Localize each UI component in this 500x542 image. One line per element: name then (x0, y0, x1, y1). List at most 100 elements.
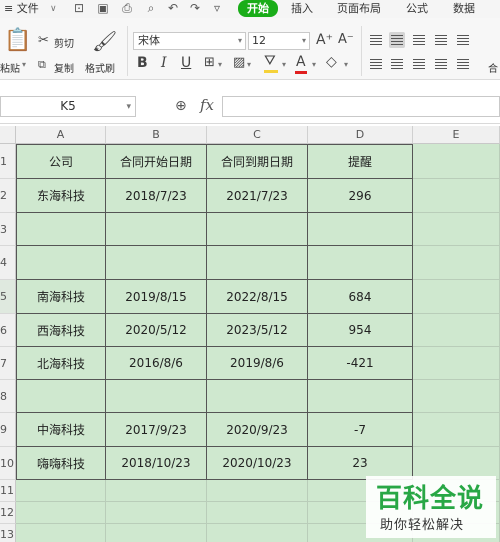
cell-b11[interactable] (106, 480, 207, 502)
insert-function-icon[interactable]: fx (200, 96, 214, 114)
column-header-e[interactable]: E (413, 126, 500, 144)
cell-b7[interactable]: 2016/8/6 (106, 347, 207, 380)
formula-input[interactable] (222, 96, 500, 117)
underline-button[interactable]: U (181, 56, 191, 70)
font-name-select[interactable]: 宋体 ▾ (133, 32, 246, 50)
cell-b9[interactable]: 2017/9/23 (106, 413, 207, 447)
italic-button[interactable]: I (161, 56, 167, 70)
cell-a13[interactable] (16, 524, 106, 542)
cell-d6[interactable]: 954 (308, 314, 413, 347)
increase-indent-button[interactable] (455, 32, 471, 48)
cell-b1[interactable]: 合同开始日期 (106, 144, 207, 179)
cell-b10[interactable]: 2018/10/23 (106, 447, 207, 480)
cell-b4[interactable] (106, 246, 207, 280)
row-header-11[interactable]: 11 (0, 480, 16, 502)
row-header-12[interactable]: 12 (0, 502, 16, 524)
distributed-align-button[interactable] (455, 56, 471, 72)
cell-b2[interactable]: 2018/7/23 (106, 179, 207, 213)
cell-c1[interactable]: 合同到期日期 (207, 144, 308, 179)
align-left-button[interactable] (368, 56, 384, 72)
cell-d1[interactable]: 提醒 (308, 144, 413, 179)
row-header-7[interactable]: 7 (0, 347, 16, 380)
cell-a9[interactable]: 中海科技 (16, 413, 106, 447)
cut-button[interactable]: 剪切 (54, 35, 74, 50)
align-center-button[interactable] (389, 56, 405, 72)
align-bottom-button[interactable] (411, 32, 427, 48)
shrink-font-button[interactable]: A⁻ (338, 33, 354, 47)
row-header-6[interactable]: 6 (0, 314, 16, 347)
clear-format-icon[interactable]: ◇ (326, 55, 337, 69)
cell-e6[interactable] (413, 314, 500, 347)
cell-d9[interactable]: -7 (308, 413, 413, 447)
chevron-down-icon[interactable]: ▾ (282, 58, 286, 72)
row-header-5[interactable]: 5 (0, 280, 16, 314)
cell-c12[interactable] (207, 502, 308, 524)
cell-c13[interactable] (207, 524, 308, 542)
copy-button[interactable]: 复制 (54, 60, 74, 75)
paste-chevron-icon[interactable]: ▾ (22, 60, 26, 69)
row-header-2[interactable]: 2 (0, 179, 16, 213)
copy-icon[interactable]: ⧉ (38, 58, 46, 72)
cell-b5[interactable]: 2019/8/15 (106, 280, 207, 314)
font-color-button[interactable]: A (296, 55, 306, 69)
cell-a5[interactable]: 南海科技 (16, 280, 106, 314)
cell-c8[interactable] (207, 380, 308, 413)
tab-data[interactable]: 数据 (453, 1, 475, 17)
row-header-13[interactable]: 13 (0, 524, 16, 542)
cell-e3[interactable] (413, 213, 500, 246)
chevron-down-icon[interactable]: ▾ (312, 58, 316, 72)
scissors-icon[interactable]: ✂ (38, 34, 49, 48)
align-top-button[interactable] (368, 32, 384, 48)
name-box[interactable]: K5 ▾ (0, 96, 136, 117)
cell-e4[interactable] (413, 246, 500, 280)
cell-c7[interactable]: 2019/8/6 (207, 347, 308, 380)
cell-a7[interactable]: 北海科技 (16, 347, 106, 380)
cell-a2[interactable]: 东海科技 (16, 179, 106, 213)
print-preview-icon[interactable]: ⌕ (144, 1, 158, 15)
paste-icon[interactable]: 📋 (4, 30, 31, 52)
chevron-down-icon[interactable]: ▾ (218, 58, 222, 72)
cell-c5[interactable]: 2022/8/15 (207, 280, 308, 314)
tab-page-layout[interactable]: 页面布局 (337, 1, 381, 17)
export-icon[interactable]: ▣ (96, 1, 110, 15)
customize-dropdown-icon[interactable]: ▿ (210, 1, 224, 15)
fill-style-icon[interactable]: ▨ (233, 56, 245, 70)
justify-button[interactable] (433, 56, 449, 72)
column-header-d[interactable]: D (308, 126, 413, 144)
chevron-down-icon[interactable]: ▾ (344, 58, 348, 72)
cell-e8[interactable] (413, 380, 500, 413)
cell-d7[interactable]: -421 (308, 347, 413, 380)
undo-icon[interactable]: ↶ (166, 1, 180, 15)
cell-b3[interactable] (106, 213, 207, 246)
column-header-a[interactable]: A (16, 126, 106, 144)
row-header-9[interactable]: 9 (0, 413, 16, 447)
print-icon[interactable]: ⎙ (120, 1, 134, 15)
cell-d3[interactable] (308, 213, 413, 246)
align-right-button[interactable] (411, 56, 427, 72)
row-header-3[interactable]: 3 (0, 213, 16, 246)
cell-c3[interactable] (207, 213, 308, 246)
tab-home[interactable]: 开始 (238, 0, 278, 17)
cell-a1[interactable]: 公司 (16, 144, 106, 179)
select-all-corner[interactable] (0, 126, 16, 144)
grow-font-button[interactable]: A⁺ (316, 33, 333, 47)
column-header-b[interactable]: B (106, 126, 207, 144)
cell-a3[interactable] (16, 213, 106, 246)
cell-c2[interactable]: 2021/7/23 (207, 179, 308, 213)
decrease-indent-button[interactable] (433, 32, 449, 48)
cell-c6[interactable]: 2023/5/12 (207, 314, 308, 347)
cell-d8[interactable] (308, 380, 413, 413)
cell-e1[interactable] (413, 144, 500, 179)
cell-a4[interactable] (16, 246, 106, 280)
cell-c9[interactable]: 2020/9/23 (207, 413, 308, 447)
cell-d4[interactable] (308, 246, 413, 280)
tab-insert[interactable]: 插入 (291, 1, 313, 17)
cell-e7[interactable] (413, 347, 500, 380)
cell-e9[interactable] (413, 413, 500, 447)
cell-a6[interactable]: 西海科技 (16, 314, 106, 347)
cell-d5[interactable]: 684 (308, 280, 413, 314)
row-header-8[interactable]: 8 (0, 380, 16, 413)
cell-b12[interactable] (106, 502, 207, 524)
merge-center-button[interactable]: 合 (488, 60, 498, 75)
row-header-4[interactable]: 4 (0, 246, 16, 280)
